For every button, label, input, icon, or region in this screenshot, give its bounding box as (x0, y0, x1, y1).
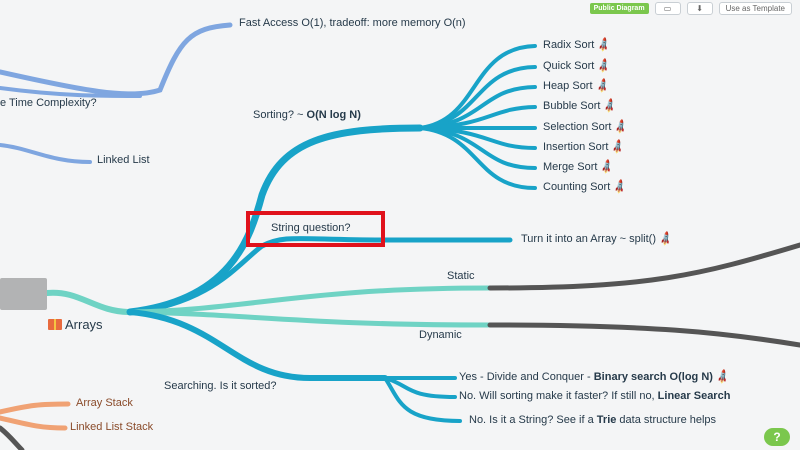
toolbar: Public Diagram ▭ ⬇ Use as Template (589, 2, 792, 15)
search-answer-text: No. Is it a String? See if a (469, 414, 597, 426)
node-dynamic[interactable]: Dynamic (419, 329, 462, 341)
string-answer-label: Turn it into an Array ~ split() (521, 233, 657, 245)
use-as-template-button[interactable]: Use as Template (718, 2, 792, 15)
search-answer-bold: Trie (596, 414, 617, 426)
sorting-label: Sorting? ~ (253, 109, 307, 121)
sort-item-label: Counting Sort (543, 181, 611, 193)
searching-fan (383, 375, 462, 423)
node-sort-item[interactable]: Counting Sort 🚀 (543, 179, 629, 195)
sorting-complexity: O(N log N) (306, 109, 361, 121)
sort-item-label: Bubble Sort (543, 100, 601, 112)
search-answer-bold: Binary search O(log N) (593, 371, 713, 383)
branch-static-dark (487, 242, 800, 291)
sort-item-label: Merge Sort (543, 161, 598, 173)
node-sort-item[interactable]: Merge Sort 🚀 (543, 159, 616, 175)
download-icon: ⬇ (696, 4, 703, 13)
branch-fast-access (0, 22, 233, 97)
node-arrays[interactable]: Arrays (48, 317, 103, 332)
node-static[interactable]: Static (447, 270, 475, 282)
download-button[interactable]: ⬇ (686, 2, 713, 15)
use-as-template-label: Use as Template (725, 4, 785, 13)
arrays-label: Arrays (65, 317, 103, 332)
node-sort-item[interactable]: Bubble Sort 🚀 (543, 98, 619, 114)
sort-item-label: Radix Sort (543, 39, 595, 51)
node-sort-item[interactable]: Radix Sort 🚀 (543, 37, 613, 53)
node-sorting[interactable]: Sorting? ~ O(N log N) (253, 109, 361, 121)
node-fast-access[interactable]: Fast Access O(1), tradeoff: more memory … (239, 17, 466, 29)
branch-root (44, 289, 133, 315)
node-search-answer[interactable]: No. Will sorting make it faster? If stil… (459, 390, 730, 402)
node-searching[interactable]: Searching. Is it sorted? (164, 380, 277, 392)
help-button[interactable]: ? (764, 428, 790, 446)
search-answer-bold: Linear Search (657, 390, 731, 402)
screen-icon: ▭ (663, 4, 672, 13)
sort-item-label: Quick Sort (543, 60, 595, 72)
public-diagram-badge: Public Diagram (589, 3, 649, 14)
node-string-answer[interactable]: Turn it into an Array ~ split() 🚀 (521, 231, 674, 247)
branch-dark-bottom (0, 425, 25, 450)
branch-linked-list-stack (0, 415, 68, 431)
search-answer-text: No. Will sorting make it faster? If stil… (459, 390, 658, 402)
node-sort-item[interactable]: Insertion Sort 🚀 (543, 139, 627, 155)
present-button[interactable]: ▭ (654, 2, 681, 15)
node-search-answer[interactable]: Yes - Divide and Conquer - Binary search… (459, 369, 731, 385)
node-sort-item[interactable]: Selection Sort 🚀 (543, 119, 630, 135)
branch-linked-list (0, 143, 92, 164)
sort-item-label: Selection Sort (543, 121, 612, 133)
node-search-answer[interactable]: No. Is it a String? See if a Trie data s… (469, 414, 716, 426)
branch-dynamic-dark (487, 322, 800, 348)
gift-icon (48, 319, 62, 330)
sort-item-label: Insertion Sort (543, 141, 609, 153)
sorting-fan (418, 44, 537, 190)
branch-array-stack (0, 401, 71, 415)
search-answer-text: Yes - Divide and Conquer - (459, 371, 594, 383)
highlight-box (246, 211, 385, 247)
collapsed-node[interactable] (0, 278, 47, 310)
node-array-stack[interactable]: Array Stack (76, 397, 133, 409)
node-sort-item[interactable]: Heap Sort 🚀 (543, 78, 611, 94)
node-time-complexity[interactable]: e Time Complexity? (0, 97, 97, 109)
node-sort-item[interactable]: Quick Sort 🚀 (543, 58, 613, 74)
node-linked-list-stack[interactable]: Linked List Stack (70, 421, 153, 433)
node-linked-list[interactable]: Linked List (97, 154, 150, 166)
search-answer-suffix: data structure helps (616, 414, 717, 426)
sort-item-label: Heap Sort (543, 80, 593, 92)
